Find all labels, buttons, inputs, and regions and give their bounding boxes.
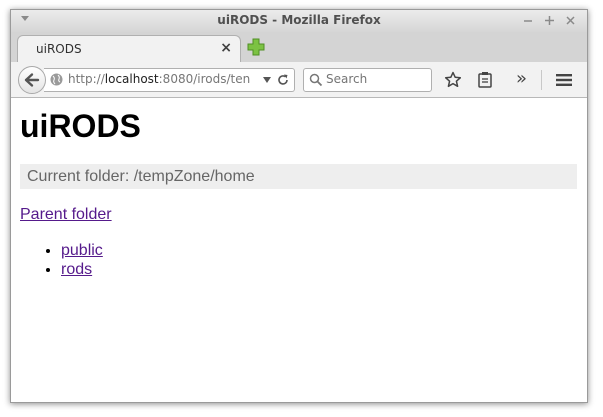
url-bar[interactable]: http://localhost:8080/irods/ten — [44, 68, 295, 92]
parent-folder-link[interactable]: Parent folder — [20, 206, 112, 224]
globe-icon — [50, 73, 63, 86]
bookmark-star-icon[interactable] — [444, 71, 462, 89]
search-bar[interactable] — [303, 68, 432, 92]
folder-list: public rods — [21, 241, 103, 279]
tab-strip: uiRODS × — [11, 32, 587, 63]
search-icon — [309, 73, 323, 87]
new-tab-icon[interactable] — [247, 38, 265, 56]
window-title: uiRODS - Mozilla Firefox — [217, 13, 381, 27]
search-input[interactable] — [326, 71, 426, 87]
current-folder-text: Current folder: /tempZone/home — [27, 168, 255, 185]
folder-link-public[interactable]: public — [61, 242, 103, 259]
tab-uirods[interactable]: uiRODS × — [17, 35, 241, 63]
hamburger-menu-icon[interactable] — [555, 71, 573, 89]
close-tab-icon[interactable]: × — [220, 40, 232, 56]
maximize-icon[interactable] — [545, 16, 554, 25]
minimize-icon[interactable] — [524, 17, 532, 25]
url-text: http://localhost:8080/irods/ten — [68, 72, 251, 86]
page-content: uiRODS Current folder: /tempZone/home Pa… — [11, 98, 587, 402]
title-bar: uiRODS - Mozilla Firefox — [11, 10, 587, 32]
page-title: uiRODS — [20, 108, 141, 144]
browser-window: uiRODS - Mozilla Firefox uiRODS × http:/… — [10, 9, 588, 403]
toolbar-separator — [541, 70, 542, 90]
tab-label: uiRODS — [36, 42, 82, 56]
back-arrow-icon — [24, 73, 40, 87]
list-item: public — [61, 241, 103, 260]
reload-icon[interactable] — [276, 73, 290, 87]
history-dropdown-icon[interactable] — [263, 77, 271, 83]
overflow-chevron-icon[interactable]: » — [516, 68, 534, 89]
folder-link-rods[interactable]: rods — [61, 261, 92, 278]
bookmarks-menu-icon[interactable] — [476, 71, 494, 89]
current-folder-bar: Current folder: /tempZone/home — [20, 164, 577, 189]
back-button[interactable] — [18, 66, 46, 94]
list-item: rods — [61, 260, 103, 279]
navigation-bar: http://localhost:8080/irods/ten Search » — [11, 62, 587, 98]
close-window-icon[interactable] — [566, 16, 575, 25]
